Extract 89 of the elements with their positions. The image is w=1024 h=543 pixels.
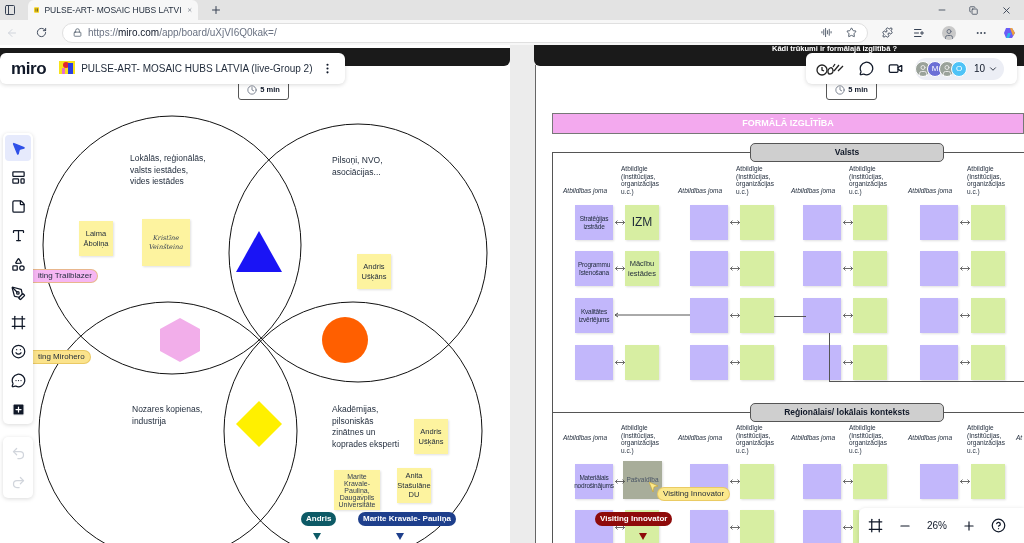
double-arrow-icon xyxy=(615,479,625,484)
cursor-pointer-icon xyxy=(313,533,321,540)
cursor-name-tooltip: iting Trailblazer xyxy=(32,269,98,283)
star-icon[interactable] xyxy=(846,27,857,38)
tab-title: PULSE-ART- MOSAIC HUBS LATVI xyxy=(44,3,182,17)
redo-icon xyxy=(10,474,26,490)
chat-icon[interactable] xyxy=(859,61,874,76)
fit-icon[interactable] xyxy=(868,518,883,533)
cursor-name-tooltip: ting Mirohero xyxy=(32,350,91,364)
user-avatar xyxy=(939,60,955,77)
connector-line xyxy=(774,316,806,317)
user-avatar xyxy=(915,60,931,77)
miro-logo[interactable]: miro xyxy=(11,60,47,77)
double-arrow-icon xyxy=(843,479,853,484)
circle-label: Nozares kopienas, industrija xyxy=(132,404,204,427)
circle-shape[interactable] xyxy=(322,317,368,363)
pointer-icon xyxy=(10,140,26,156)
double-arrow-icon xyxy=(843,525,853,530)
shapes-icon xyxy=(10,256,26,272)
double-arrow-icon xyxy=(730,220,740,225)
section-heading: Valsts xyxy=(750,143,944,162)
user-avatar: O xyxy=(951,60,967,77)
plus-icon xyxy=(10,401,26,417)
zoom-in-icon[interactable] xyxy=(962,518,976,533)
board-title[interactable]: PULSE-ART- MOSAIC HUBS LATVIA (live-Group 2) xyxy=(81,61,313,76)
profile-avatar[interactable] xyxy=(942,25,956,40)
double-arrow-icon xyxy=(843,220,853,225)
assistant-logo-icon[interactable] xyxy=(1003,25,1017,40)
cursor-pointer-icon xyxy=(396,533,404,540)
circle-label: Akadēmijas, pilsoniskās zinātnes un koprades eksperti xyxy=(332,404,401,450)
double-arrow-icon xyxy=(730,266,740,271)
double-arrow-icon xyxy=(730,360,740,365)
sticky-note[interactable] xyxy=(803,345,841,380)
hexagon-shape[interactable] xyxy=(160,318,200,362)
diamond-shape[interactable] xyxy=(236,401,282,447)
sticky-note[interactable]: IZM xyxy=(625,205,659,240)
double-arrow-icon xyxy=(615,360,625,365)
frame-icon xyxy=(10,314,26,330)
double-arrow-icon xyxy=(960,313,970,318)
double-arrow-icon xyxy=(843,313,853,318)
back-icon[interactable] xyxy=(6,26,18,39)
pen-icon xyxy=(10,285,26,301)
section-heading: Reģionālais/ lokālais konteksts xyxy=(750,403,944,422)
double-arrow-icon xyxy=(843,266,853,271)
smiley-icon xyxy=(10,343,26,359)
collaborators-button[interactable]: M O 10 xyxy=(915,57,1005,80)
double-arrow-icon xyxy=(960,360,970,365)
browser-tab[interactable]: PULSE-ART- MOSAIC HUBS LATVI xyxy=(28,0,198,20)
cursor-pointer-icon xyxy=(639,533,647,540)
favicon-icon xyxy=(34,5,40,15)
layout-icon xyxy=(10,169,26,185)
restore-icon[interactable] xyxy=(969,5,978,15)
video-icon[interactable] xyxy=(888,61,903,76)
extensions-icon[interactable] xyxy=(882,27,893,38)
board-logo-icon xyxy=(59,60,76,77)
help-icon[interactable] xyxy=(991,518,1006,533)
double-arrow-icon xyxy=(960,266,970,271)
circle-label: Pilsoņi, NVO, asociācijas... xyxy=(332,155,384,178)
circle-label: Lokālās, reģionālās, valsts iestādes, vides iestādes xyxy=(130,153,206,188)
comment-icon xyxy=(10,372,26,388)
double-arrow-icon xyxy=(615,220,625,225)
cursor-name-tooltip: Andris xyxy=(301,512,337,526)
favorites-icon[interactable] xyxy=(913,26,925,39)
double-arrow-icon xyxy=(730,313,740,318)
reactions-icon[interactable] xyxy=(816,61,846,76)
close-icon[interactable] xyxy=(1001,4,1012,16)
text-icon xyxy=(10,227,26,243)
double-arrow-icon xyxy=(615,266,625,271)
zoom-level[interactable]: 26% xyxy=(927,518,947,533)
cursor-name-tooltip: Visiting Innovator xyxy=(595,512,673,526)
user-avatar: M xyxy=(927,60,943,77)
cursor-name-tooltip: Visiting Innovator xyxy=(657,487,731,501)
sticky-note-icon xyxy=(10,198,26,214)
address-field[interactable]: https://miro.com/app/board/uXjVI6Q0kak=/ xyxy=(62,22,868,43)
section-banner: FORMĀLĀ IZGLĪTĪBA xyxy=(552,113,1024,134)
cursor-name-tooltip: Marite Kravale- Pauliņa xyxy=(358,512,457,526)
double-arrow-icon xyxy=(960,220,970,225)
undo-icon xyxy=(10,445,26,461)
reload-icon[interactable] xyxy=(36,27,47,38)
tab-actions-icon[interactable] xyxy=(4,4,16,16)
double-arrow-icon xyxy=(960,479,970,484)
double-arrow-icon xyxy=(843,360,853,365)
lock-icon xyxy=(73,28,82,37)
triangle-shape[interactable] xyxy=(236,231,282,272)
double-arrow-icon xyxy=(730,479,740,484)
double-arrow-icon xyxy=(730,525,740,530)
cursor-pointer-icon xyxy=(649,482,658,492)
double-arrow-icon xyxy=(615,525,625,530)
new-tab-icon[interactable] xyxy=(210,4,222,16)
